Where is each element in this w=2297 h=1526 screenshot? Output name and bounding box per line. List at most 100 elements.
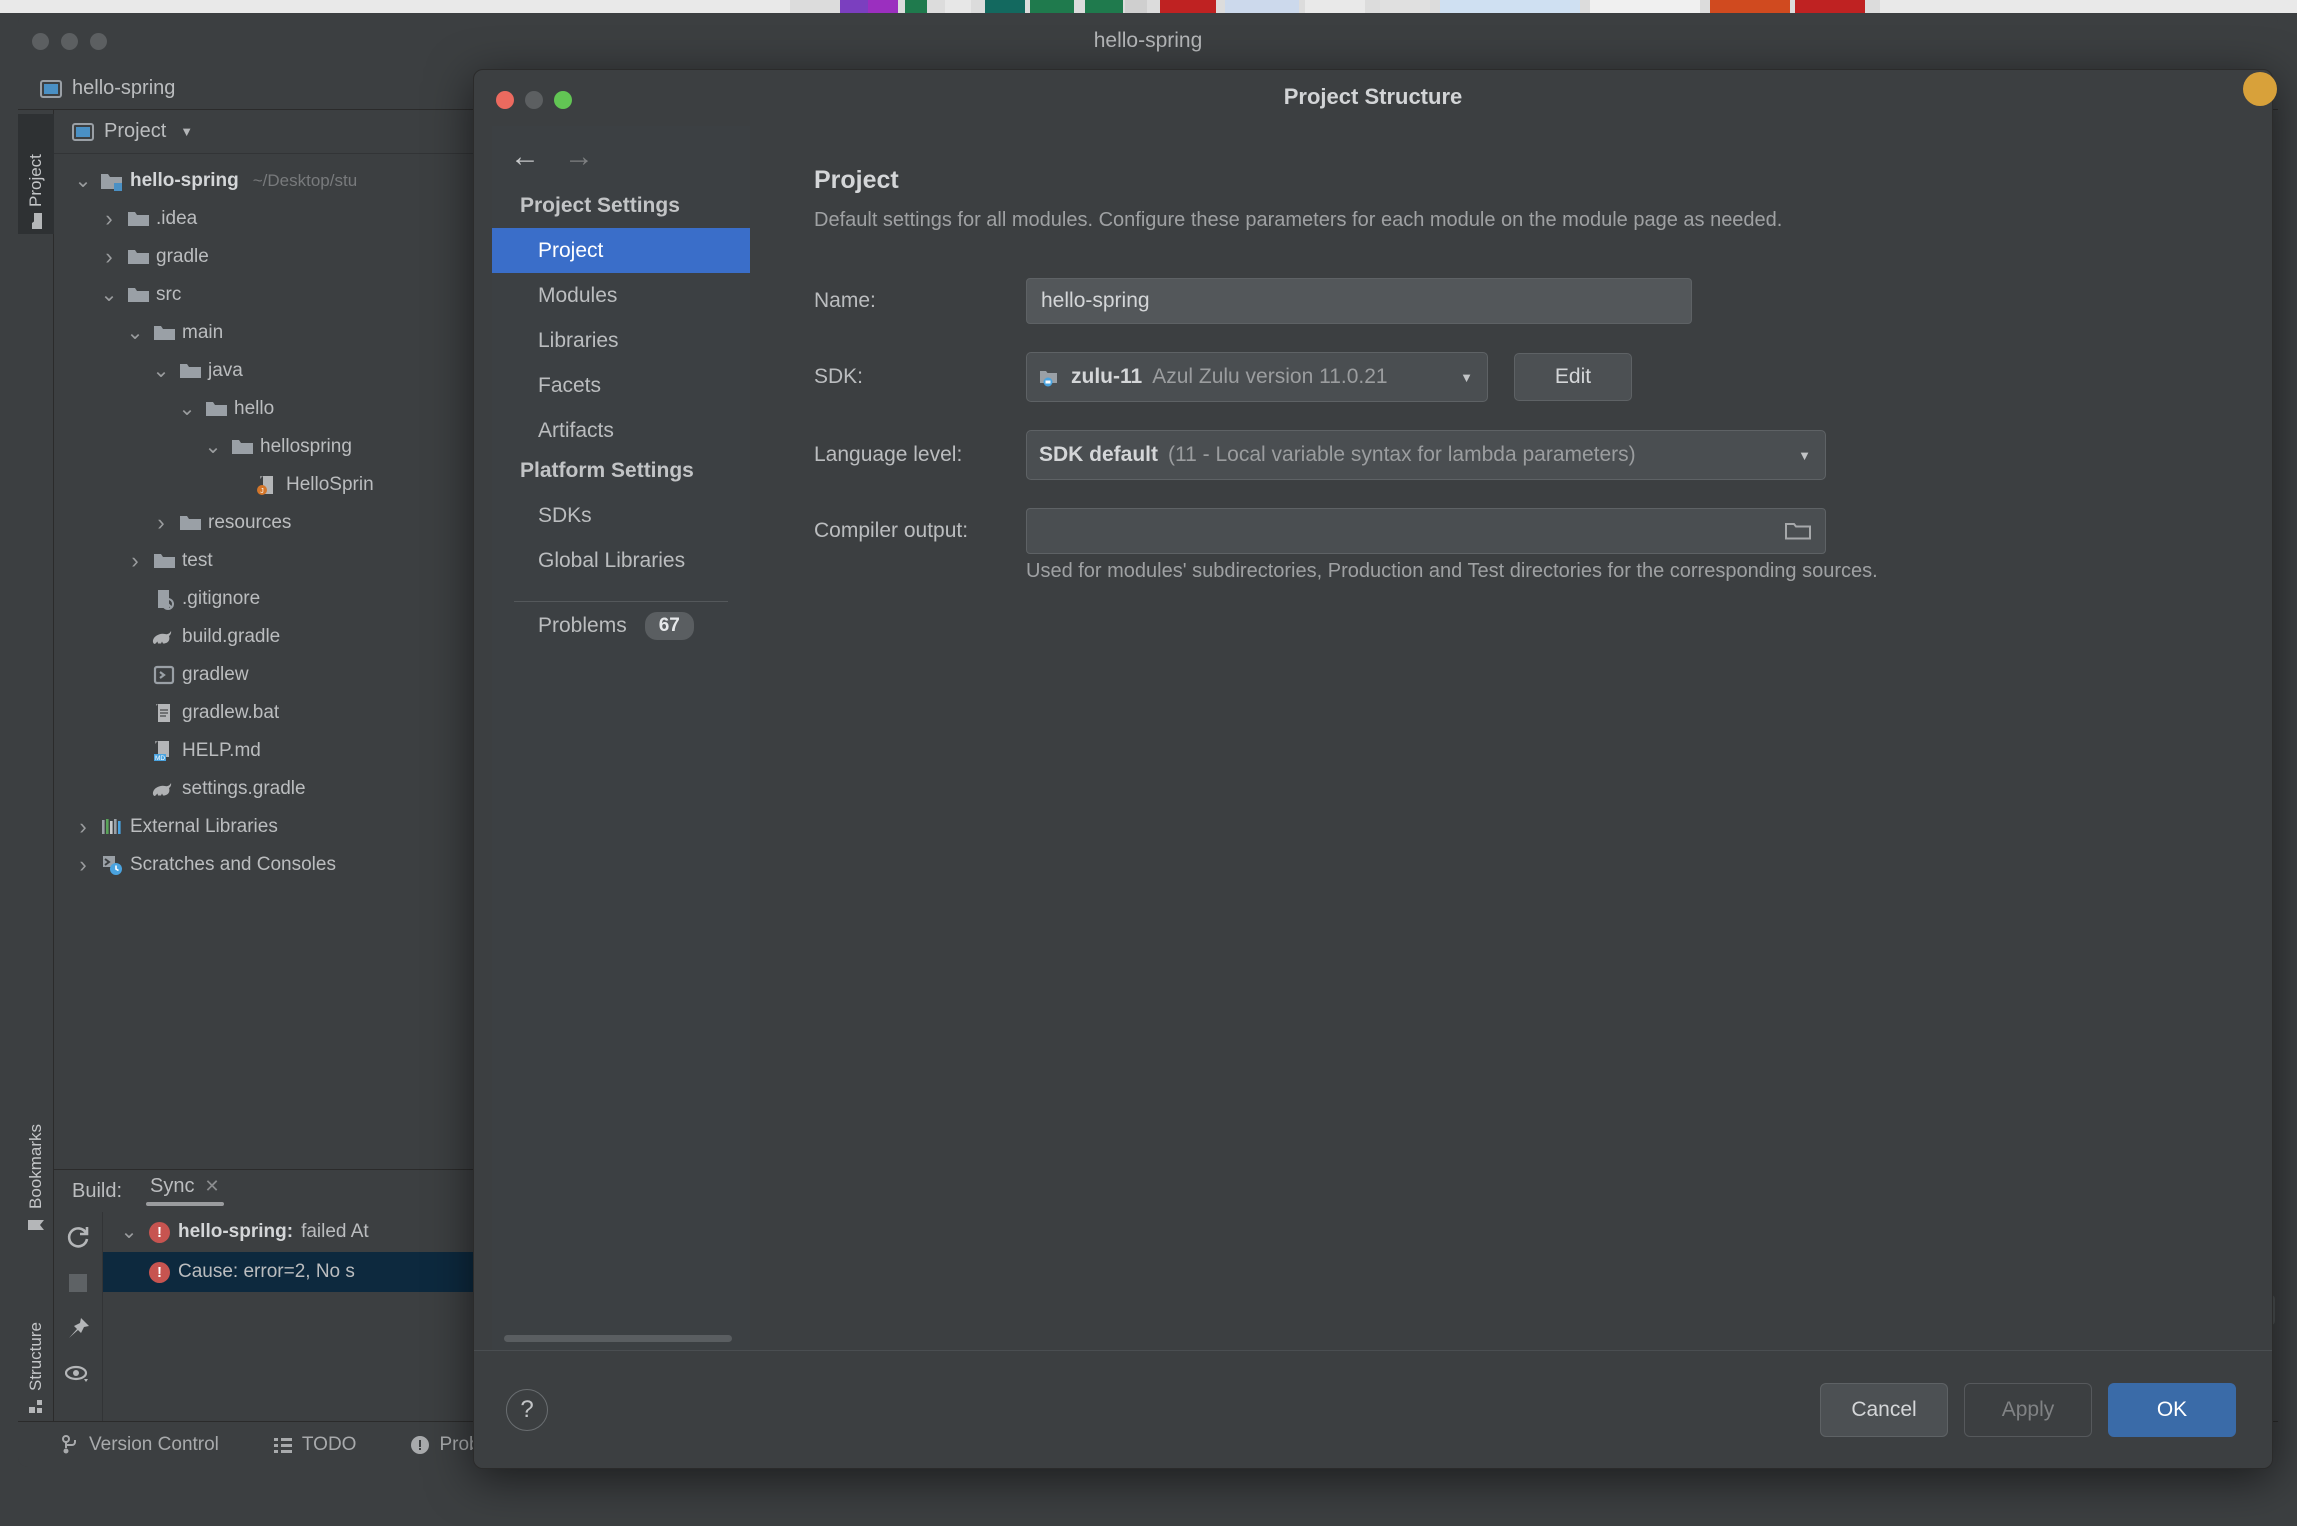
tree-node[interactable]: ⌄ src [54, 276, 488, 314]
chevron-down-icon[interactable]: ▼ [1798, 448, 1811, 463]
build-output-row[interactable]: ⌄! hello-spring: failed At [103, 1212, 488, 1252]
warning-notification-icon[interactable] [2243, 72, 2277, 106]
rerun-icon[interactable] [65, 1224, 91, 1250]
tree-node[interactable]: MD HELP.md [54, 732, 488, 770]
eye-filter-icon[interactable] [65, 1364, 91, 1384]
chevron-down-icon[interactable]: ⌄ [150, 361, 172, 381]
tree-node[interactable]: › gradle [54, 238, 488, 276]
chevron-down-icon[interactable]: ⌄ [117, 1222, 141, 1242]
sidebar-item-problems[interactable]: Problems 67 [492, 612, 750, 640]
project-toolwindow-header[interactable]: Project ▼ [54, 110, 488, 154]
rail-item-bookmarks[interactable]: Bookmarks [18, 1070, 54, 1240]
sidebar-item-label: Global Libraries [538, 548, 686, 572]
tree-node-icon [126, 248, 150, 266]
build-toolbar [54, 1212, 102, 1421]
chevron-down-icon[interactable]: ⌄ [72, 171, 94, 191]
chevron-down-icon[interactable]: ⌄ [124, 323, 146, 343]
sidebar-item-modules[interactable]: Modules [492, 273, 750, 318]
tree-node[interactable]: ⌄ hello-spring ~/Desktop/stu [54, 162, 488, 200]
project-tree[interactable]: ⌄ hello-spring ~/Desktop/stu › .idea › gradle ⌄… [54, 154, 488, 1169]
tree-node-icon [152, 628, 176, 646]
tree-node-label: HELP.md [182, 740, 261, 761]
sidebar-item-artifacts[interactable]: Artifacts [492, 408, 750, 453]
tree-node[interactable]: ⌄ hello [54, 390, 488, 428]
tree-node-icon [152, 324, 176, 342]
stop-icon[interactable] [67, 1272, 89, 1294]
sidebar-group-project-settings-title: Project Settings [520, 194, 680, 217]
sidebar-item-global-libraries[interactable]: Global Libraries [492, 538, 750, 583]
tree-node[interactable]: › External Libraries [54, 808, 488, 846]
tree-node[interactable]: ⌄ main [54, 314, 488, 352]
build-row-module: hello-spring: [178, 1221, 294, 1242]
dialog-footer: ? Cancel Apply OK [474, 1350, 2272, 1468]
sidebar-horizontal-scrollbar[interactable] [504, 1335, 732, 1342]
statusbar-item-version-control[interactable]: Version Control [52, 1428, 229, 1462]
help-button[interactable]: ? [506, 1388, 548, 1431]
dialog-sidebar: ← → Project Settings Project Modules Libra… [492, 126, 750, 1350]
cancel-button[interactable]: Cancel [1820, 1382, 1948, 1437]
sdk-combobox[interactable]: zulu-11 Azul Zulu version 11.0.21 ▼ [1026, 352, 1488, 402]
compiler-output-input[interactable] [1026, 508, 1826, 554]
sidebar-item-sdks[interactable]: SDKs [492, 493, 750, 538]
tree-node[interactable]: › resources [54, 504, 488, 542]
chevron-right-icon[interactable]: › [124, 548, 146, 574]
tree-node-icon [152, 552, 176, 570]
close-icon[interactable]: ✕ [205, 1176, 220, 1197]
tree-node-label: gradlew.bat [182, 702, 280, 723]
tree-node-label: Scratches and Consoles [130, 854, 336, 875]
rail-item-bookmarks-label: Bookmarks [26, 1123, 45, 1209]
statusbar-item-todo[interactable]: TODO [263, 1428, 367, 1462]
build-tab-sync[interactable]: Sync ✕ [146, 1175, 224, 1208]
tree-node-label: gradle [156, 246, 209, 267]
sidebar-item-label: Libraries [538, 328, 619, 352]
chevron-down-icon[interactable]: ⌄ [176, 399, 198, 419]
error-icon: ! [149, 1261, 170, 1283]
sidebar-item-facets[interactable]: Facets [492, 363, 750, 408]
tree-node-label: hello [234, 398, 275, 419]
edit-sdk-button[interactable]: Edit [1514, 353, 1632, 401]
build-tool-window: Build: Sync ✕ ⌄ ! hello-spring: failed A… [54, 1169, 488, 1421]
chevron-right-icon[interactable]: › [72, 814, 94, 840]
name-input[interactable]: hello-spring [1026, 278, 1692, 324]
tree-node[interactable]: › test [54, 542, 488, 580]
sidebar-item-project[interactable]: Project [492, 228, 750, 273]
build-output-row[interactable]: ! Cause: error=2, No s [103, 1252, 488, 1292]
chevron-down-icon[interactable]: ⌄ [202, 437, 224, 457]
tree-node[interactable]: build.gradle [54, 618, 488, 656]
tree-node[interactable]: J HelloSprin [54, 466, 488, 504]
sidebar-item-label: Modules [538, 283, 618, 307]
chevron-right-icon[interactable]: › [150, 510, 172, 536]
chevron-down-icon[interactable]: ⌄ [98, 285, 120, 305]
branch-icon [62, 1434, 80, 1455]
chevron-down-icon[interactable]: ▼ [180, 124, 193, 139]
statusbar-item-label: TODO [301, 1433, 357, 1455]
build-output-tree[interactable]: ⌄! hello-spring: failed At! Cause: error=2… [102, 1212, 488, 1421]
tree-node[interactable]: ⌄ hellospring [54, 428, 488, 466]
chevron-right-icon[interactable]: › [72, 852, 94, 878]
arrow-left-icon[interactable]: ← [510, 142, 540, 172]
tree-node[interactable]: › Scratches and Consoles [54, 846, 488, 884]
tree-node[interactable]: settings.gradle [54, 770, 488, 808]
jdk-folder-icon [1039, 368, 1061, 387]
tree-node[interactable]: gradlew.bat [54, 694, 488, 732]
tree-node-label: build.gradle [182, 626, 281, 647]
chevron-right-icon[interactable]: › [98, 244, 120, 270]
tree-node[interactable]: gradlew [54, 656, 488, 694]
rail-item-project[interactable]: Project [18, 114, 54, 234]
chevron-right-icon[interactable]: › [98, 206, 120, 232]
markdown-file-icon: MD [153, 740, 175, 762]
arrow-right-icon[interactable]: → [564, 142, 594, 172]
rail-item-structure[interactable]: Structure [18, 1255, 54, 1420]
tree-node-icon [126, 210, 150, 228]
tree-node[interactable]: ⌄ java [54, 352, 488, 390]
sidebar-item-libraries[interactable]: Libraries [492, 318, 750, 363]
apply-button[interactable]: Apply [1964, 1382, 2092, 1437]
ok-button[interactable]: OK [2108, 1382, 2236, 1437]
tree-node-icon: J [256, 474, 280, 496]
language-level-combobox[interactable]: SDK default (11 - Local variable syntax … [1026, 430, 1826, 480]
chevron-down-icon[interactable]: ▼ [1460, 370, 1473, 385]
pin-icon[interactable] [65, 1316, 91, 1342]
tree-node[interactable]: › .idea [54, 200, 488, 238]
folder-browse-icon[interactable] [1785, 521, 1811, 541]
tree-node[interactable]: .gitignore [54, 580, 488, 618]
